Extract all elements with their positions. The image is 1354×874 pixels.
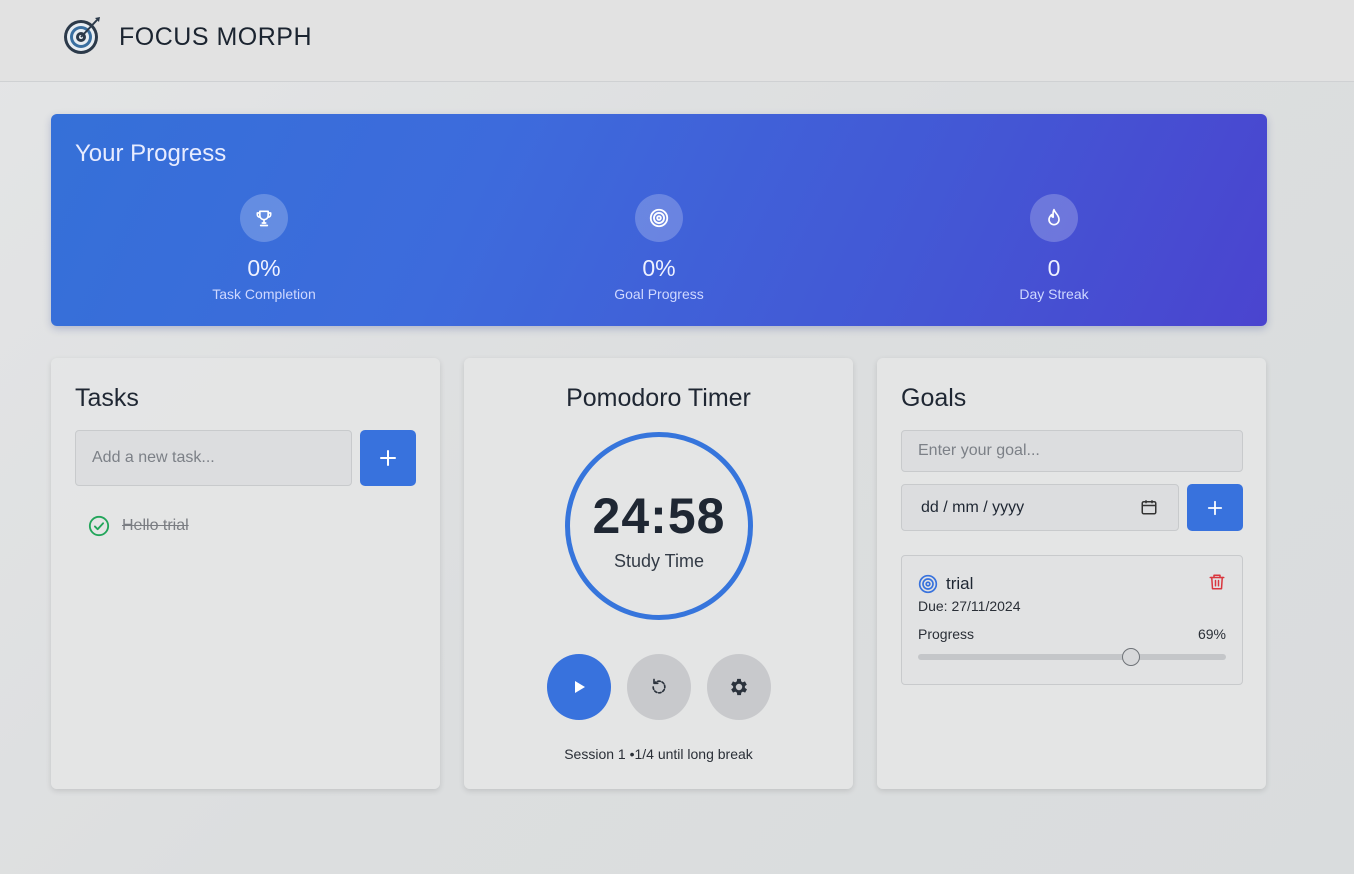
tasks-card: Tasks Hello trial <box>51 358 440 789</box>
timer-mode-label: Study Time <box>613 551 705 571</box>
timer-title: Pomodoro Timer <box>566 384 751 412</box>
calendar-icon[interactable] <box>1140 498 1158 516</box>
stat-task-completion: 0% Task Completion <box>164 194 364 302</box>
goals-title: Goals <box>901 384 967 412</box>
goals-card: Goals dd / mm / yyyy trial Due: 27/11/ <box>877 358 1266 789</box>
settings-icon <box>731 678 747 696</box>
target-dart-icon[interactable] <box>62 15 102 57</box>
progress-banner: Your Progress 0% Task Completion 0% Goal… <box>51 114 1267 326</box>
task-item[interactable]: Hello trial <box>88 515 189 537</box>
add-goal-button[interactable] <box>1187 484 1243 531</box>
check-circle-icon[interactable] <box>88 515 110 537</box>
stat-label: Task Completion <box>212 286 316 302</box>
target-icon <box>635 194 683 242</box>
trophy-icon <box>240 194 288 242</box>
reset-button[interactable] <box>627 654 691 720</box>
settings-button[interactable] <box>707 654 771 720</box>
stat-value: 0% <box>247 255 281 281</box>
goal-progress-value: 69% <box>1197 626 1226 642</box>
date-placeholder: dd / mm / yyyy <box>921 498 1025 516</box>
target-icon <box>918 574 938 594</box>
trash-icon[interactable] <box>1208 572 1226 592</box>
plus-icon <box>380 450 396 466</box>
timer-ring: 24:58 Study Time <box>565 432 753 620</box>
goal-date-field[interactable]: dd / mm / yyyy <box>901 484 1179 531</box>
top-bar: FOCUS MORPH <box>0 0 1354 82</box>
goal-due-date: Due: 27/11/2024 <box>918 598 1021 614</box>
plus-icon <box>1207 500 1223 515</box>
stat-value: 0 <box>1047 255 1061 281</box>
timer-display: 24:58 <box>592 488 726 544</box>
slider-thumb[interactable] <box>1121 648 1140 666</box>
task-input[interactable] <box>75 430 352 486</box>
add-task-button[interactable] <box>360 430 416 486</box>
reset-icon <box>652 678 666 694</box>
goal-progress-label: Progress <box>918 626 975 642</box>
play-icon <box>575 681 585 693</box>
session-status: Session 1 •1/4 until long break <box>564 746 753 762</box>
flame-icon <box>1030 194 1078 242</box>
goal-name: trial <box>946 574 974 593</box>
stat-day-streak: 0 Day Streak <box>954 194 1154 302</box>
pomodoro-card: Pomodoro Timer 24:58 Study Time Session … <box>464 358 853 789</box>
stat-value: 0% <box>642 255 676 281</box>
stat-label: Goal Progress <box>614 286 704 302</box>
play-button[interactable] <box>547 654 611 720</box>
tasks-title: Tasks <box>75 384 139 412</box>
progress-title: Your Progress <box>75 140 227 167</box>
goal-input[interactable] <box>901 430 1243 472</box>
brand-title: FOCUS MORPH <box>119 23 312 51</box>
stat-label: Day Streak <box>1019 286 1089 302</box>
stat-goal-progress: 0% Goal Progress <box>559 194 759 302</box>
goal-progress-slider[interactable] <box>918 648 1226 666</box>
task-text: Hello trial <box>122 517 189 534</box>
goal-item: trial Due: 27/11/2024 Progress 69% <box>901 555 1243 685</box>
